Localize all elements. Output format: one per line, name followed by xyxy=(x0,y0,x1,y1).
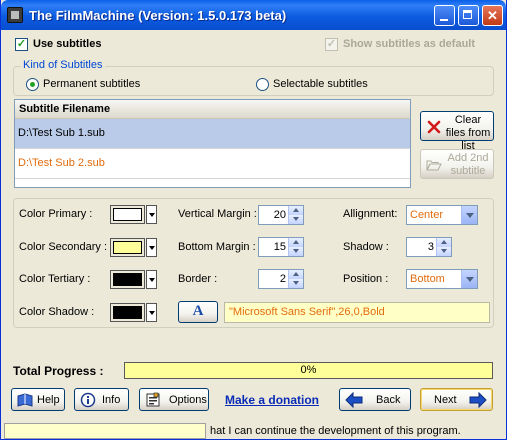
help-label: Help xyxy=(37,394,60,406)
color-primary-dropdown[interactable] xyxy=(146,205,157,224)
clear-files-button[interactable]: Clear files from list xyxy=(420,111,494,152)
minimize-button[interactable] xyxy=(434,5,455,26)
color-primary-label: Color Primary : xyxy=(19,208,93,220)
color-secondary-fill xyxy=(113,241,142,254)
border-up[interactable] xyxy=(288,270,303,279)
permanent-subtitles-label[interactable]: Permanent subtitles xyxy=(43,78,140,90)
use-subtitles-checkbox[interactable]: ✓ xyxy=(15,38,28,51)
list-item[interactable]: D:\Test Sub 1.sub xyxy=(15,119,410,149)
bottom-margin-up[interactable] xyxy=(288,238,303,247)
font-button[interactable]: A xyxy=(178,301,218,323)
show-default-checkbox[interactable]: ✓ xyxy=(325,38,338,51)
vertical-margin-down[interactable] xyxy=(288,215,303,224)
color-tertiary-fill xyxy=(113,273,142,286)
border-value[interactable]: 2 xyxy=(280,273,286,285)
use-subtitles-label[interactable]: Use subtitles xyxy=(33,38,101,50)
clear-files-label: Clear files from list xyxy=(445,114,491,152)
border-spinner[interactable]: 2 xyxy=(258,269,304,289)
next-label: Next xyxy=(434,394,457,406)
arrow-right-icon xyxy=(469,392,487,408)
progress-text: 0% xyxy=(300,364,317,376)
color-shadow-fill xyxy=(113,306,142,319)
alignment-value: Center xyxy=(410,209,444,221)
info-button[interactable]: Info xyxy=(74,388,129,411)
shadow-up[interactable] xyxy=(436,238,451,247)
options-icon xyxy=(146,392,160,407)
title-bar[interactable]: The FilmMachine (Version: 1.5.0.173 beta… xyxy=(1,0,506,30)
options-button[interactable]: Options xyxy=(139,388,209,411)
color-primary-swatch[interactable] xyxy=(110,205,145,224)
position-label: Position : xyxy=(343,273,389,285)
position-value: Bottom xyxy=(410,273,445,285)
chevron-down-icon[interactable] xyxy=(461,206,477,224)
total-progress-bar: 0% xyxy=(124,362,493,379)
alignment-select[interactable]: Center xyxy=(406,205,478,225)
font-display: "Microsoft Sans Serif",26,0,Bold xyxy=(224,302,490,323)
options-label: Options xyxy=(169,394,207,406)
main-window: The FilmMachine (Version: 1.5.0.173 beta… xyxy=(0,0,507,440)
shadow-label: Shadow : xyxy=(343,241,389,253)
color-tertiary-dropdown[interactable] xyxy=(146,270,157,289)
list-item[interactable]: D:\Test Sub 2.sub xyxy=(15,149,410,179)
total-progress-label: Total Progress : xyxy=(13,364,104,378)
selectable-subtitles-radio[interactable] xyxy=(256,78,269,91)
color-shadow-dropdown[interactable] xyxy=(146,303,157,322)
arrow-left-icon xyxy=(345,392,363,408)
shadow-spinner[interactable]: 3 xyxy=(406,237,452,257)
info-icon xyxy=(80,392,96,408)
list-header-filename[interactable]: Subtitle Filename xyxy=(15,100,410,119)
bottom-margin-value[interactable]: 15 xyxy=(274,241,286,253)
bottom-margin-label: Bottom Margin : xyxy=(178,241,256,253)
bottom-margin-down[interactable] xyxy=(288,247,303,256)
folder-open-icon xyxy=(426,160,442,171)
subtitle-file-list[interactable]: Subtitle Filename D:\Test Sub 1.sub D:\T… xyxy=(14,99,411,188)
red-x-icon xyxy=(427,120,441,134)
film-icon[interactable] xyxy=(7,7,23,23)
color-tertiary-label: Color Tertiary : xyxy=(19,273,91,285)
add-second-subtitle-label: Add 2nd subtitle xyxy=(447,152,489,177)
alignment-label: Allignment: xyxy=(343,208,398,220)
help-button[interactable]: Help xyxy=(11,388,65,411)
position-select[interactable]: Bottom xyxy=(406,269,478,289)
vertical-margin-up[interactable] xyxy=(288,206,303,215)
back-label: Back xyxy=(376,394,401,406)
selectable-subtitles-label[interactable]: Selectable subtitles xyxy=(273,78,368,90)
make-donation-link[interactable]: Make a donation xyxy=(225,393,319,407)
vertical-margin-value[interactable]: 20 xyxy=(274,209,286,221)
info-label: Info xyxy=(102,394,121,406)
window-title: The FilmMachine (Version: 1.5.0.173 beta… xyxy=(29,8,287,23)
close-button[interactable]: ✕ xyxy=(482,5,503,26)
book-icon xyxy=(17,393,33,407)
color-shadow-swatch[interactable] xyxy=(110,303,145,322)
color-secondary-label: Color Secondary : xyxy=(19,241,108,253)
add-second-subtitle-button[interactable]: Add 2nd subtitle xyxy=(420,149,494,179)
color-primary-fill xyxy=(113,208,142,221)
status-bar-text: hat I can continue the development of th… xyxy=(210,425,461,437)
vertical-margin-spinner[interactable]: 20 xyxy=(258,205,304,225)
permanent-subtitles-radio[interactable] xyxy=(26,78,39,91)
maximize-button[interactable] xyxy=(458,5,479,26)
border-down[interactable] xyxy=(288,279,303,288)
shadow-down[interactable] xyxy=(436,247,451,256)
kind-of-subtitles-legend: Kind of Subtitles xyxy=(21,59,105,71)
font-icon: A xyxy=(192,303,204,319)
color-tertiary-swatch[interactable] xyxy=(110,270,145,289)
next-button[interactable]: Next xyxy=(420,388,493,411)
back-button[interactable]: Back xyxy=(339,388,411,411)
color-secondary-swatch[interactable] xyxy=(110,238,145,257)
show-default-label[interactable]: Show subtitles as default xyxy=(343,38,475,50)
chevron-down-icon[interactable] xyxy=(461,270,477,288)
shadow-value[interactable]: 3 xyxy=(428,241,434,253)
border-label: Border : xyxy=(178,273,218,285)
color-secondary-dropdown[interactable] xyxy=(146,238,157,257)
bottom-margin-spinner[interactable]: 15 xyxy=(258,237,304,257)
vertical-margin-label: Vertical Margin : xyxy=(178,208,257,220)
status-bar-left xyxy=(4,423,206,439)
color-shadow-label: Color Shadow : xyxy=(19,306,95,318)
